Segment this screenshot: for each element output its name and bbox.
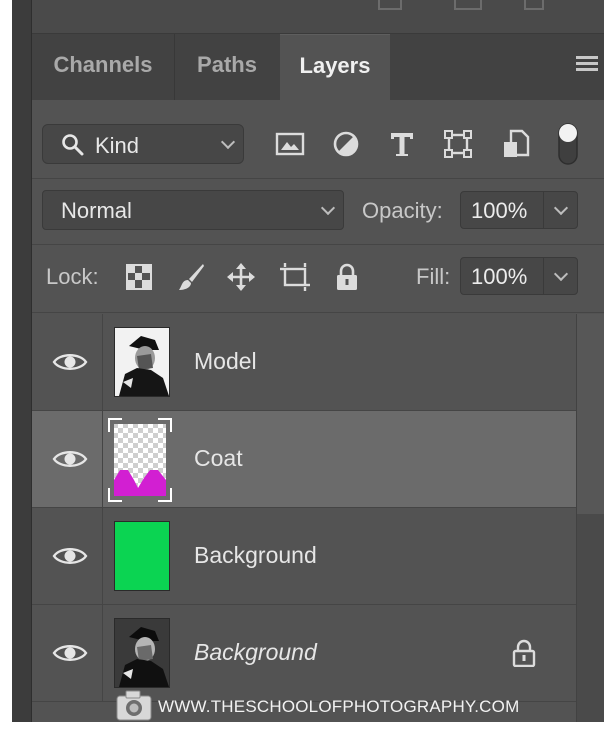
layer-name[interactable]: Model [194, 348, 257, 375]
layer-name[interactable]: Background [194, 639, 317, 666]
blend-mode-dropdown[interactable]: Normal [42, 190, 344, 230]
layer-row-model[interactable]: Model [32, 314, 576, 411]
opacity-value[interactable]: 100% [471, 198, 527, 224]
panel-tab-bar: Channels Paths Layers [32, 34, 604, 100]
panel-menu-icon[interactable] [576, 56, 598, 76]
fill-field[interactable]: 100% [460, 257, 578, 295]
smart-object-filter-icon[interactable] [500, 124, 532, 164]
panel-dock-edge [12, 0, 32, 722]
chevron-down-icon [220, 134, 236, 150]
eye-visibility-icon[interactable] [52, 447, 88, 471]
tab-paths[interactable]: Paths [175, 34, 279, 100]
blend-mode-label: Normal [61, 198, 132, 223]
filter-kind-dropdown[interactable]: Kind [42, 124, 244, 164]
tab-channels[interactable]: Channels [32, 34, 174, 100]
layer-thumbnail [114, 618, 170, 688]
layers-scrollbar[interactable] [576, 314, 604, 722]
eye-visibility-icon[interactable] [52, 641, 88, 665]
layer-row-background-fill[interactable]: Background [32, 508, 576, 605]
layer-thumbnail [114, 521, 170, 591]
opacity-field[interactable]: 100% [460, 191, 578, 229]
divider [32, 244, 604, 245]
chevron-down-icon [553, 266, 569, 282]
top-toolbar-strip [32, 0, 604, 34]
watermark: WWW.THESCHOOLOFPHOTOGRAPHY.COM [116, 690, 536, 722]
image-filter-icon[interactable] [274, 124, 306, 164]
scrollbar-thumb[interactable] [577, 314, 604, 514]
lock-artboard-icon[interactable] [278, 262, 312, 292]
layer-lock-icon [512, 639, 536, 667]
filter-toggle-switch[interactable] [556, 123, 580, 165]
lock-transparent-pixels-icon[interactable] [124, 262, 154, 292]
fill-slider-button[interactable] [544, 258, 577, 294]
toolbar-icon[interactable] [454, 0, 482, 10]
lock-label: Lock: [46, 264, 99, 289]
layers-list: Model Coat Background Background [32, 314, 576, 722]
filter-kind-label: Kind [95, 133, 140, 158]
lock-all-icon[interactable] [332, 262, 362, 292]
layer-name[interactable]: Coat [194, 445, 243, 472]
layers-panel-body: Kind Normal Opacity: 100% Lock: Fill: 10… [32, 100, 604, 722]
opacity-slider-button[interactable] [544, 192, 577, 228]
watermark-text: WWW.THESCHOOLOFPHOTOGRAPHY.COM [158, 697, 520, 716]
layer-mask-thumbnail[interactable] [108, 418, 172, 502]
toolbar-icon[interactable] [524, 0, 544, 10]
chevron-down-icon [553, 200, 569, 216]
adjustment-filter-icon[interactable] [330, 124, 362, 164]
divider [32, 178, 604, 179]
camera-logo-icon [116, 690, 152, 721]
layer-thumbnail [114, 327, 170, 397]
eye-visibility-icon[interactable] [52, 544, 88, 568]
shape-filter-icon[interactable] [442, 124, 474, 164]
divider [32, 312, 604, 313]
lock-position-icon[interactable] [226, 262, 256, 292]
chevron-down-icon [320, 200, 336, 216]
type-filter-icon[interactable] [386, 124, 418, 164]
toolbar-icon[interactable] [378, 0, 402, 10]
eye-visibility-icon[interactable] [52, 350, 88, 374]
opacity-label: Opacity: [362, 198, 443, 223]
fill-label: Fill: [416, 264, 451, 289]
search-icon [62, 134, 84, 156]
tab-layers[interactable]: Layers [280, 34, 390, 100]
layer-row-background[interactable]: Background [32, 605, 576, 702]
layer-name[interactable]: Background [194, 542, 317, 569]
layer-row-coat[interactable]: Coat [32, 411, 576, 508]
lock-image-pixels-icon[interactable] [176, 262, 206, 292]
fill-value[interactable]: 100% [471, 264, 527, 290]
